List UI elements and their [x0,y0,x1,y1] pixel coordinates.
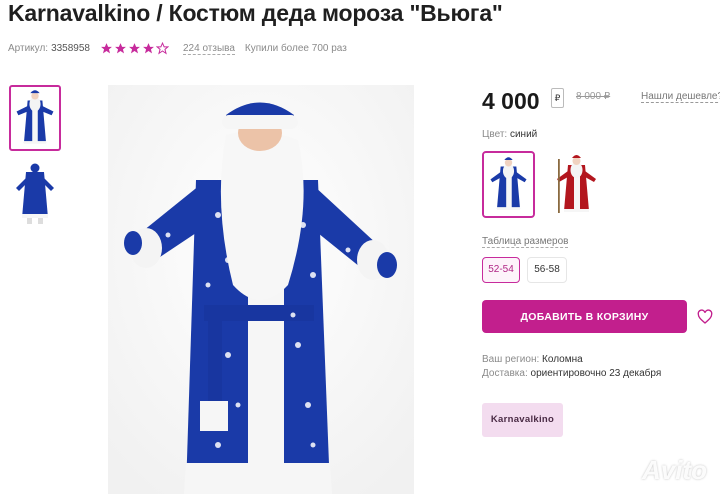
color-value: синий [509,129,538,140]
star-filled-icon [115,43,126,54]
old-price: 8 000 ₽ [576,91,611,102]
santa-blue-back-icon [9,160,61,226]
found-cheaper-link[interactable]: Нашли дешевле? [641,91,720,103]
add-to-cart-button[interactable]: ДОБАВИТЬ В КОРЗИНУ [482,300,687,333]
rating-stars [100,42,169,55]
avito-watermark: Avito [642,455,707,485]
delivery-label: Доставка: [482,368,528,379]
currency-toggle[interactable]: ₽ [551,88,564,108]
main-product-photo[interactable] [108,85,414,494]
delivery-value: ориентировочно 23 декабря [530,368,662,379]
sku-value: 3358958 [51,43,90,54]
region-info: Ваш регион: Коломна [482,354,583,365]
gallery-thumb-back[interactable] [9,160,61,226]
size-option-52-54[interactable]: 52-54 [482,257,520,283]
size-option-56-58[interactable]: 56-58 [527,257,567,283]
color-option-blue[interactable] [482,151,535,218]
color-label: Цвет: синий [482,129,537,140]
santa-red-icon [550,151,603,218]
color-option-red[interactable] [550,151,603,218]
current-price: 4 000 [482,88,540,114]
star-filled-icon [129,43,140,54]
santa-costume-photo-icon [108,85,414,494]
region-label: Ваш регион: [482,354,540,365]
reviews-link[interactable]: 224 отзыва [183,43,235,55]
size-table-link[interactable]: Таблица размеров [482,236,569,248]
product-title: Karnavalkino / Костюм деда мороза "Вьюга… [8,0,503,26]
heart-icon[interactable] [697,309,713,325]
star-empty-icon [156,42,169,55]
santa-blue-icon [484,153,533,216]
star-filled-icon [143,43,154,54]
sku-label: Артикул: [8,43,49,54]
brand-logo[interactable]: Karnavalkino [482,403,563,437]
delivery-info: Доставка: ориентировочно 23 декабря [482,368,661,379]
gallery-thumb-front[interactable] [9,85,61,151]
star-filled-icon [101,43,112,54]
color-label-text: Цвет: [482,129,508,140]
bought-count: Купили более 700 раз [244,43,347,54]
region-value[interactable]: Коломна [542,354,583,365]
santa-blue-front-icon [11,87,59,149]
product-meta: Артикул: 3358958 224 отзыва Купили более… [8,42,347,55]
